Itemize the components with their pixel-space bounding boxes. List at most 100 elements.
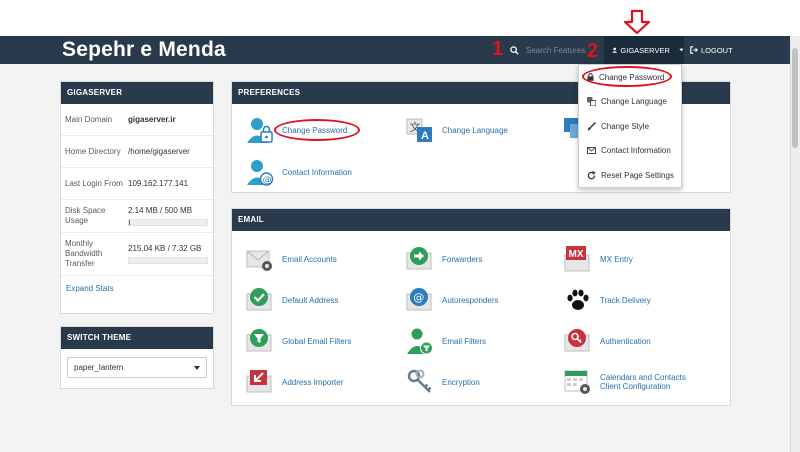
email-item-label: Default Address bbox=[282, 295, 339, 305]
user-menu-button[interactable]: GIGASERVER bbox=[604, 36, 684, 64]
user-lock-icon bbox=[247, 118, 273, 143]
brush-icon bbox=[587, 121, 596, 131]
info-value-group: 2.14 MB / 500 MB bbox=[128, 206, 209, 226]
email-authentication[interactable]: Authentication bbox=[564, 327, 651, 355]
email-encryption[interactable]: Encryption bbox=[406, 368, 480, 396]
user-email-icon: @ bbox=[247, 160, 274, 186]
info-label: Last Login From bbox=[65, 178, 123, 188]
pref-item-label: Contact Information bbox=[282, 167, 352, 177]
info-label: Home Directory bbox=[65, 146, 121, 156]
scrollbar-thumb[interactable] bbox=[792, 48, 798, 148]
info-value: 109.162.177.141 bbox=[128, 179, 189, 188]
menu-item-change-style[interactable]: Change Style bbox=[579, 116, 683, 136]
menu-item-label: Reset Page Settings bbox=[601, 170, 674, 180]
email-item-label: Client Configuration bbox=[600, 382, 671, 391]
logout-button[interactable]: LOGOUT bbox=[690, 36, 733, 64]
info-row-last-login: Last Login From 109.162.177.141 bbox=[61, 168, 213, 200]
svg-text:@: @ bbox=[413, 291, 424, 304]
svg-text:@: @ bbox=[263, 176, 272, 186]
email-item-label: Autoresponders bbox=[442, 295, 499, 305]
annotation-number: 1 bbox=[492, 38, 504, 60]
envelope-icon bbox=[587, 146, 596, 154]
mx-icon: MX bbox=[564, 246, 590, 272]
mx-badge-text: MX bbox=[569, 249, 584, 260]
search-features[interactable] bbox=[510, 36, 586, 64]
brand-title[interactable]: Sepehr e Menda bbox=[62, 36, 226, 64]
check-envelope-icon bbox=[246, 288, 272, 311]
refresh-icon bbox=[587, 170, 596, 179]
pref-contact-information[interactable]: @ Contact Information bbox=[246, 158, 352, 186]
calendar-icon bbox=[564, 370, 590, 394]
info-row-disk-usage: Disk Space Usage 2.14 MB / 500 MB bbox=[61, 200, 213, 233]
user-icon bbox=[612, 47, 618, 53]
menu-item-label: Change Language bbox=[601, 96, 667, 106]
svg-text:A: A bbox=[421, 130, 429, 142]
email-global-filters[interactable]: Global Email Filters bbox=[246, 327, 351, 355]
info-value-group: 215.04 KB / 7.32 GB bbox=[128, 244, 209, 264]
caret-down-icon bbox=[679, 48, 684, 52]
menu-item-reset-page-settings[interactable]: Reset Page Settings bbox=[579, 165, 683, 185]
info-value: 215.04 KB / 7.32 GB bbox=[128, 244, 202, 253]
annotation-number: 2 bbox=[587, 40, 599, 62]
email-item-label: Forwarders bbox=[442, 254, 483, 264]
email-item-label: Email Filters bbox=[442, 336, 487, 346]
search-icon bbox=[510, 45, 519, 55]
email-item-label: Authentication bbox=[600, 336, 651, 346]
email-item-label-group: Calendars and Contacts Client Configurat… bbox=[600, 373, 686, 391]
email-forwarders[interactable]: Forwarders bbox=[406, 245, 482, 273]
email-default-address[interactable]: Default Address bbox=[246, 286, 338, 314]
pref-change-language[interactable]: 文 A Change Language bbox=[406, 116, 508, 144]
menu-item-contact-information[interactable]: Contact Information bbox=[579, 140, 683, 160]
theme-selected-value: paper_lantern bbox=[74, 363, 124, 372]
info-row-main-domain: Main Domain gigaserver.ir bbox=[61, 104, 213, 136]
email-item-label: Address Importer bbox=[282, 377, 344, 387]
import-envelope-icon bbox=[246, 370, 272, 393]
email-gear-icon bbox=[246, 250, 272, 271]
language-icon: 文 A bbox=[406, 118, 432, 142]
disk-usage-bar bbox=[128, 219, 208, 226]
email-mx-entry[interactable]: MX MX Entry bbox=[564, 245, 633, 273]
expand-stats-link[interactable]: Expand Stats bbox=[61, 276, 213, 301]
info-label: Monthly Bandwidth Transfer bbox=[65, 239, 103, 268]
email-accounts[interactable]: Email Accounts bbox=[246, 245, 337, 273]
logout-label: LOGOUT bbox=[701, 45, 733, 55]
email-item-label: MX Entry bbox=[600, 254, 633, 264]
email-item-label: Global Email Filters bbox=[282, 336, 352, 346]
menu-item-label: Contact Information bbox=[601, 145, 671, 155]
email-item-label: Encryption bbox=[442, 377, 480, 387]
email-item-label: Calendars and Contacts bbox=[600, 373, 686, 382]
email-address-importer[interactable]: Address Importer bbox=[246, 368, 343, 396]
key-envelope-icon bbox=[564, 329, 590, 352]
server-info-panel: GIGASERVER Main Domain gigaserver.ir Hom… bbox=[60, 81, 214, 314]
email-item-label: Track Delivery bbox=[600, 295, 651, 305]
logout-icon bbox=[690, 46, 698, 54]
info-value: /home/gigaserver bbox=[128, 147, 190, 156]
forward-icon bbox=[406, 247, 432, 270]
email-title: EMAIL bbox=[232, 209, 730, 231]
language-icon bbox=[587, 96, 596, 106]
user-filter-icon bbox=[407, 328, 433, 355]
info-row-bandwidth: Monthly Bandwidth Transfer 215.04 KB / 7… bbox=[61, 233, 213, 276]
email-calendars-contacts[interactable]: Calendars and Contacts Client Configurat… bbox=[564, 368, 686, 396]
at-envelope-icon: @ bbox=[406, 288, 432, 311]
top-margin bbox=[0, 0, 800, 36]
user-menu-label: GIGASERVER bbox=[620, 45, 670, 55]
email-item-label: Email Accounts bbox=[282, 254, 337, 264]
theme-select[interactable]: paper_lantern bbox=[67, 357, 207, 378]
email-track-delivery[interactable]: Track Delivery bbox=[564, 286, 651, 314]
menu-item-change-language[interactable]: Change Language bbox=[579, 91, 683, 111]
switch-theme-title: SWITCH THEME bbox=[61, 327, 213, 349]
email-filters[interactable]: Email Filters bbox=[406, 327, 486, 355]
info-label: Main Domain bbox=[65, 114, 113, 124]
annotation-oval-menu bbox=[582, 66, 672, 87]
info-row-home-directory: Home Directory /home/gigaserver bbox=[61, 136, 213, 168]
bandwidth-usage-bar bbox=[128, 257, 208, 264]
email-autoresponders[interactable]: @ Autoresponders bbox=[406, 286, 498, 314]
search-input[interactable] bbox=[526, 45, 586, 55]
info-value: 2.14 MB / 500 MB bbox=[128, 206, 193, 215]
info-value: gigaserver.ir bbox=[128, 115, 176, 124]
paw-icon bbox=[567, 289, 589, 310]
keys-icon bbox=[407, 369, 432, 393]
menu-item-label: Change Style bbox=[601, 121, 650, 131]
server-info-title: GIGASERVER bbox=[61, 82, 213, 104]
